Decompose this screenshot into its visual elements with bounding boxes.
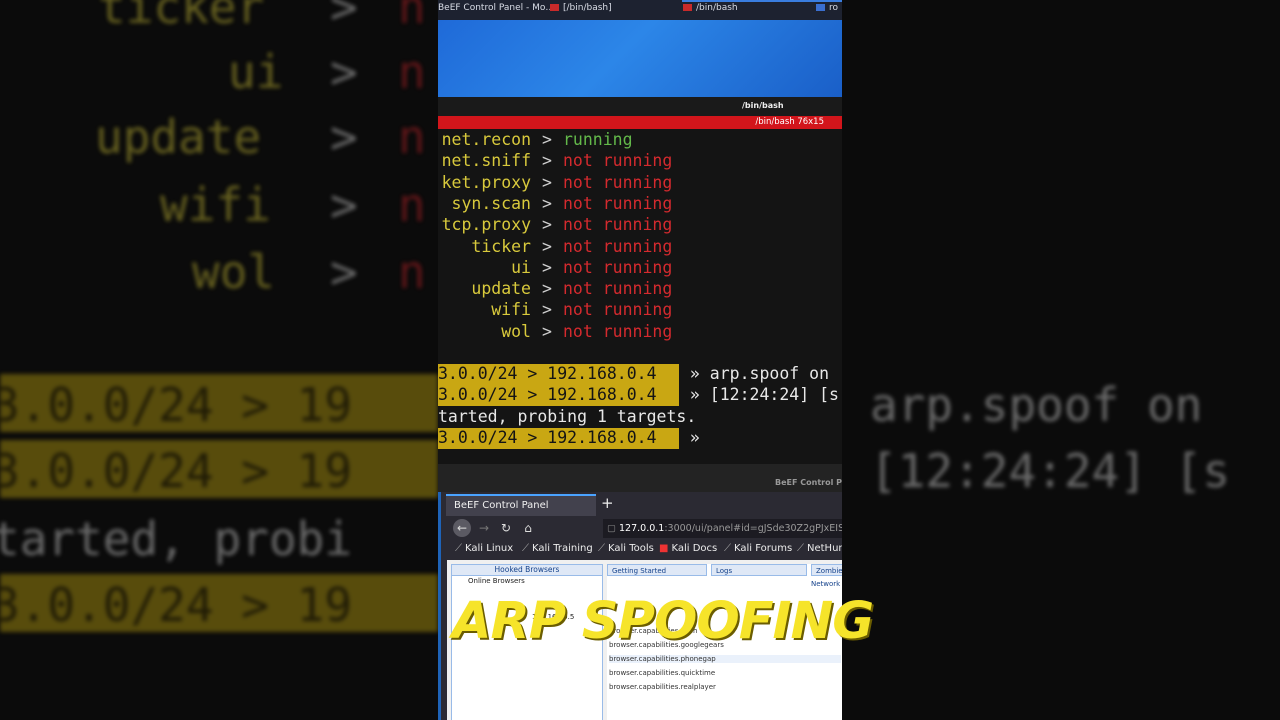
terminal-icon [550, 4, 559, 11]
module-arrow: > [542, 236, 552, 256]
module-arrow: > [542, 151, 552, 171]
bookmark-kali-linux[interactable]: ⟋ Kali Linux [455, 543, 513, 554]
kali-icon: ⟋ [455, 543, 462, 554]
module-name: wol [501, 321, 531, 341]
kali-icon: ⟋ [797, 543, 804, 554]
browser-window-titlebar: BeEF Control P [438, 464, 842, 492]
bookmark-kali-tools[interactable]: ⟋ Kali Tools [598, 543, 654, 554]
nav-bar: ← → ↻ ⌂ ▢ 127.0.0.1:3000/ui/panel#id=gJS… [441, 516, 842, 540]
module-name: syn.scan [451, 193, 531, 213]
taskbar-item[interactable]: BeEF Control Panel - Mo… [438, 3, 554, 13]
module-arrow: > [542, 300, 552, 320]
terminal-cursor-line: » [680, 428, 700, 447]
module-arrow: > [542, 172, 552, 192]
tab-zombies[interactable]: Zombies [811, 564, 842, 576]
module-status: not running [563, 236, 673, 256]
bg-prompt: 3.0.0/24 > 19 [0, 444, 353, 498]
right-background: arp.spoof on [12:24:24] [s [842, 0, 1280, 720]
module-status: not running [563, 172, 673, 192]
tab-logs[interactable]: Logs [711, 564, 807, 576]
module-name: update [471, 279, 531, 299]
home-icon[interactable]: ⌂ [519, 519, 537, 537]
taskbar: BeEF Control Panel - Mo… [/bin/bash] /bi… [438, 0, 842, 20]
bg-prompt: 3.0.0/24 > 19 [0, 578, 353, 632]
terminal-prompt: 3.0.0/24 > 192.168.0.4 [438, 364, 679, 385]
desktop-wallpaper [438, 20, 842, 97]
module-status: not running [563, 151, 673, 171]
bg-module-name: wifi [160, 178, 271, 232]
url-bar[interactable]: ▢ 127.0.0.1:3000/ui/panel#id=gJSde30Z2gP… [603, 519, 842, 538]
kali-icon: ⟋ [522, 543, 529, 554]
capability-row[interactable]: browser.capabilities.phonegap [609, 655, 841, 663]
terminal-log: tarted, probing 1 targets. [438, 407, 697, 426]
terminal-icon [683, 4, 692, 11]
bg-module-name: ticker [98, 0, 265, 34]
tab-getting-started[interactable]: Getting Started [607, 564, 707, 576]
module-name: ui [511, 257, 531, 277]
module-arrow: > [542, 130, 552, 149]
bg-module-name: ui [228, 45, 284, 99]
bg-command: [12:24:24] [s [870, 444, 1231, 498]
tab-beef-control-panel[interactable]: BeEF Control Panel [446, 494, 596, 516]
docs-icon: ■ [659, 543, 669, 554]
video-caption: ARP SPOOFING [452, 592, 874, 651]
page-icon: ▢ [607, 523, 616, 534]
window-icon [816, 4, 825, 11]
taskbar-item[interactable]: ro [816, 3, 838, 13]
bg-prompt: 3.0.0/24 > 19 [0, 378, 353, 432]
terminal-size-bar: /bin/bash 76x15 [438, 116, 842, 129]
back-arrow-icon[interactable]: ← [453, 519, 471, 537]
terminal-log: » [12:24:24] [s [680, 385, 839, 404]
network-tab[interactable]: Network [811, 580, 840, 588]
terminal-command: » arp.spoof on [680, 364, 830, 383]
bookmarks-bar: ⟋ Kali Linux ⟋ Kali Training ⟋ Kali Tools ■… [441, 540, 842, 558]
left-background: ticker ui update wifi wol > > > > > n n … [0, 0, 438, 720]
new-tab-button[interactable]: + [601, 494, 614, 512]
module-name: ticker [471, 236, 531, 256]
reload-icon[interactable]: ↻ [497, 519, 515, 537]
module-status: not running [563, 300, 673, 320]
module-name: wifi [491, 300, 531, 320]
terminal-output[interactable]: net.recon > running net.sniff > not running ke… [438, 129, 842, 464]
module-status: not running [563, 193, 673, 213]
module-arrow: > [542, 193, 552, 213]
forward-arrow-icon[interactable]: → [475, 519, 493, 537]
tree-online-browsers[interactable]: Online Browsers [468, 577, 525, 585]
module-name: net.sniff [441, 151, 531, 171]
bookmark-kali-docs[interactable]: ■ Kali Docs [659, 543, 717, 554]
module-arrow: > [542, 257, 552, 277]
terminal-prompt: 3.0.0/24 > 192.168.0.4 [438, 385, 679, 406]
module-status: running [563, 130, 633, 149]
module-status: not running [563, 321, 673, 341]
bookmark-kali-training[interactable]: ⟋ Kali Training [522, 543, 593, 554]
bookmark-nethunter[interactable]: ⟋ NetHun [797, 543, 842, 554]
taskbar-item[interactable]: /bin/bash [683, 3, 738, 13]
module-status: not running [563, 279, 673, 299]
capability-row[interactable]: browser.capabilities.quicktime [609, 669, 715, 677]
bg-module-name: update [95, 110, 262, 164]
kali-icon: ⟋ [598, 543, 605, 554]
module-arrow: > [542, 279, 552, 299]
hooked-browsers-title: Hooked Browsers [452, 565, 602, 576]
module-arrow: > [542, 215, 552, 235]
terminal-prompt: 3.0.0/24 > 192.168.0.4 [438, 428, 679, 449]
bookmark-kali-forums[interactable]: ⟋ Kali Forums [724, 543, 792, 554]
taskbar-item[interactable]: [/bin/bash] [550, 3, 612, 13]
module-name: tcp.proxy [441, 215, 531, 235]
module-name: ket.proxy [441, 172, 531, 192]
module-arrow: > [542, 321, 552, 341]
module-status: not running [563, 215, 673, 235]
module-name: net.recon [441, 130, 531, 149]
bg-module-name: wol [192, 245, 276, 299]
bg-command: arp.spoof on [870, 378, 1203, 432]
kali-icon: ⟋ [724, 543, 731, 554]
module-status: not running [563, 257, 673, 277]
terminal-titlebar: /bin/bash [438, 97, 842, 116]
capability-row[interactable]: browser.capabilities.realplayer [609, 683, 716, 691]
bg-plain: tarted, probi [0, 512, 353, 566]
